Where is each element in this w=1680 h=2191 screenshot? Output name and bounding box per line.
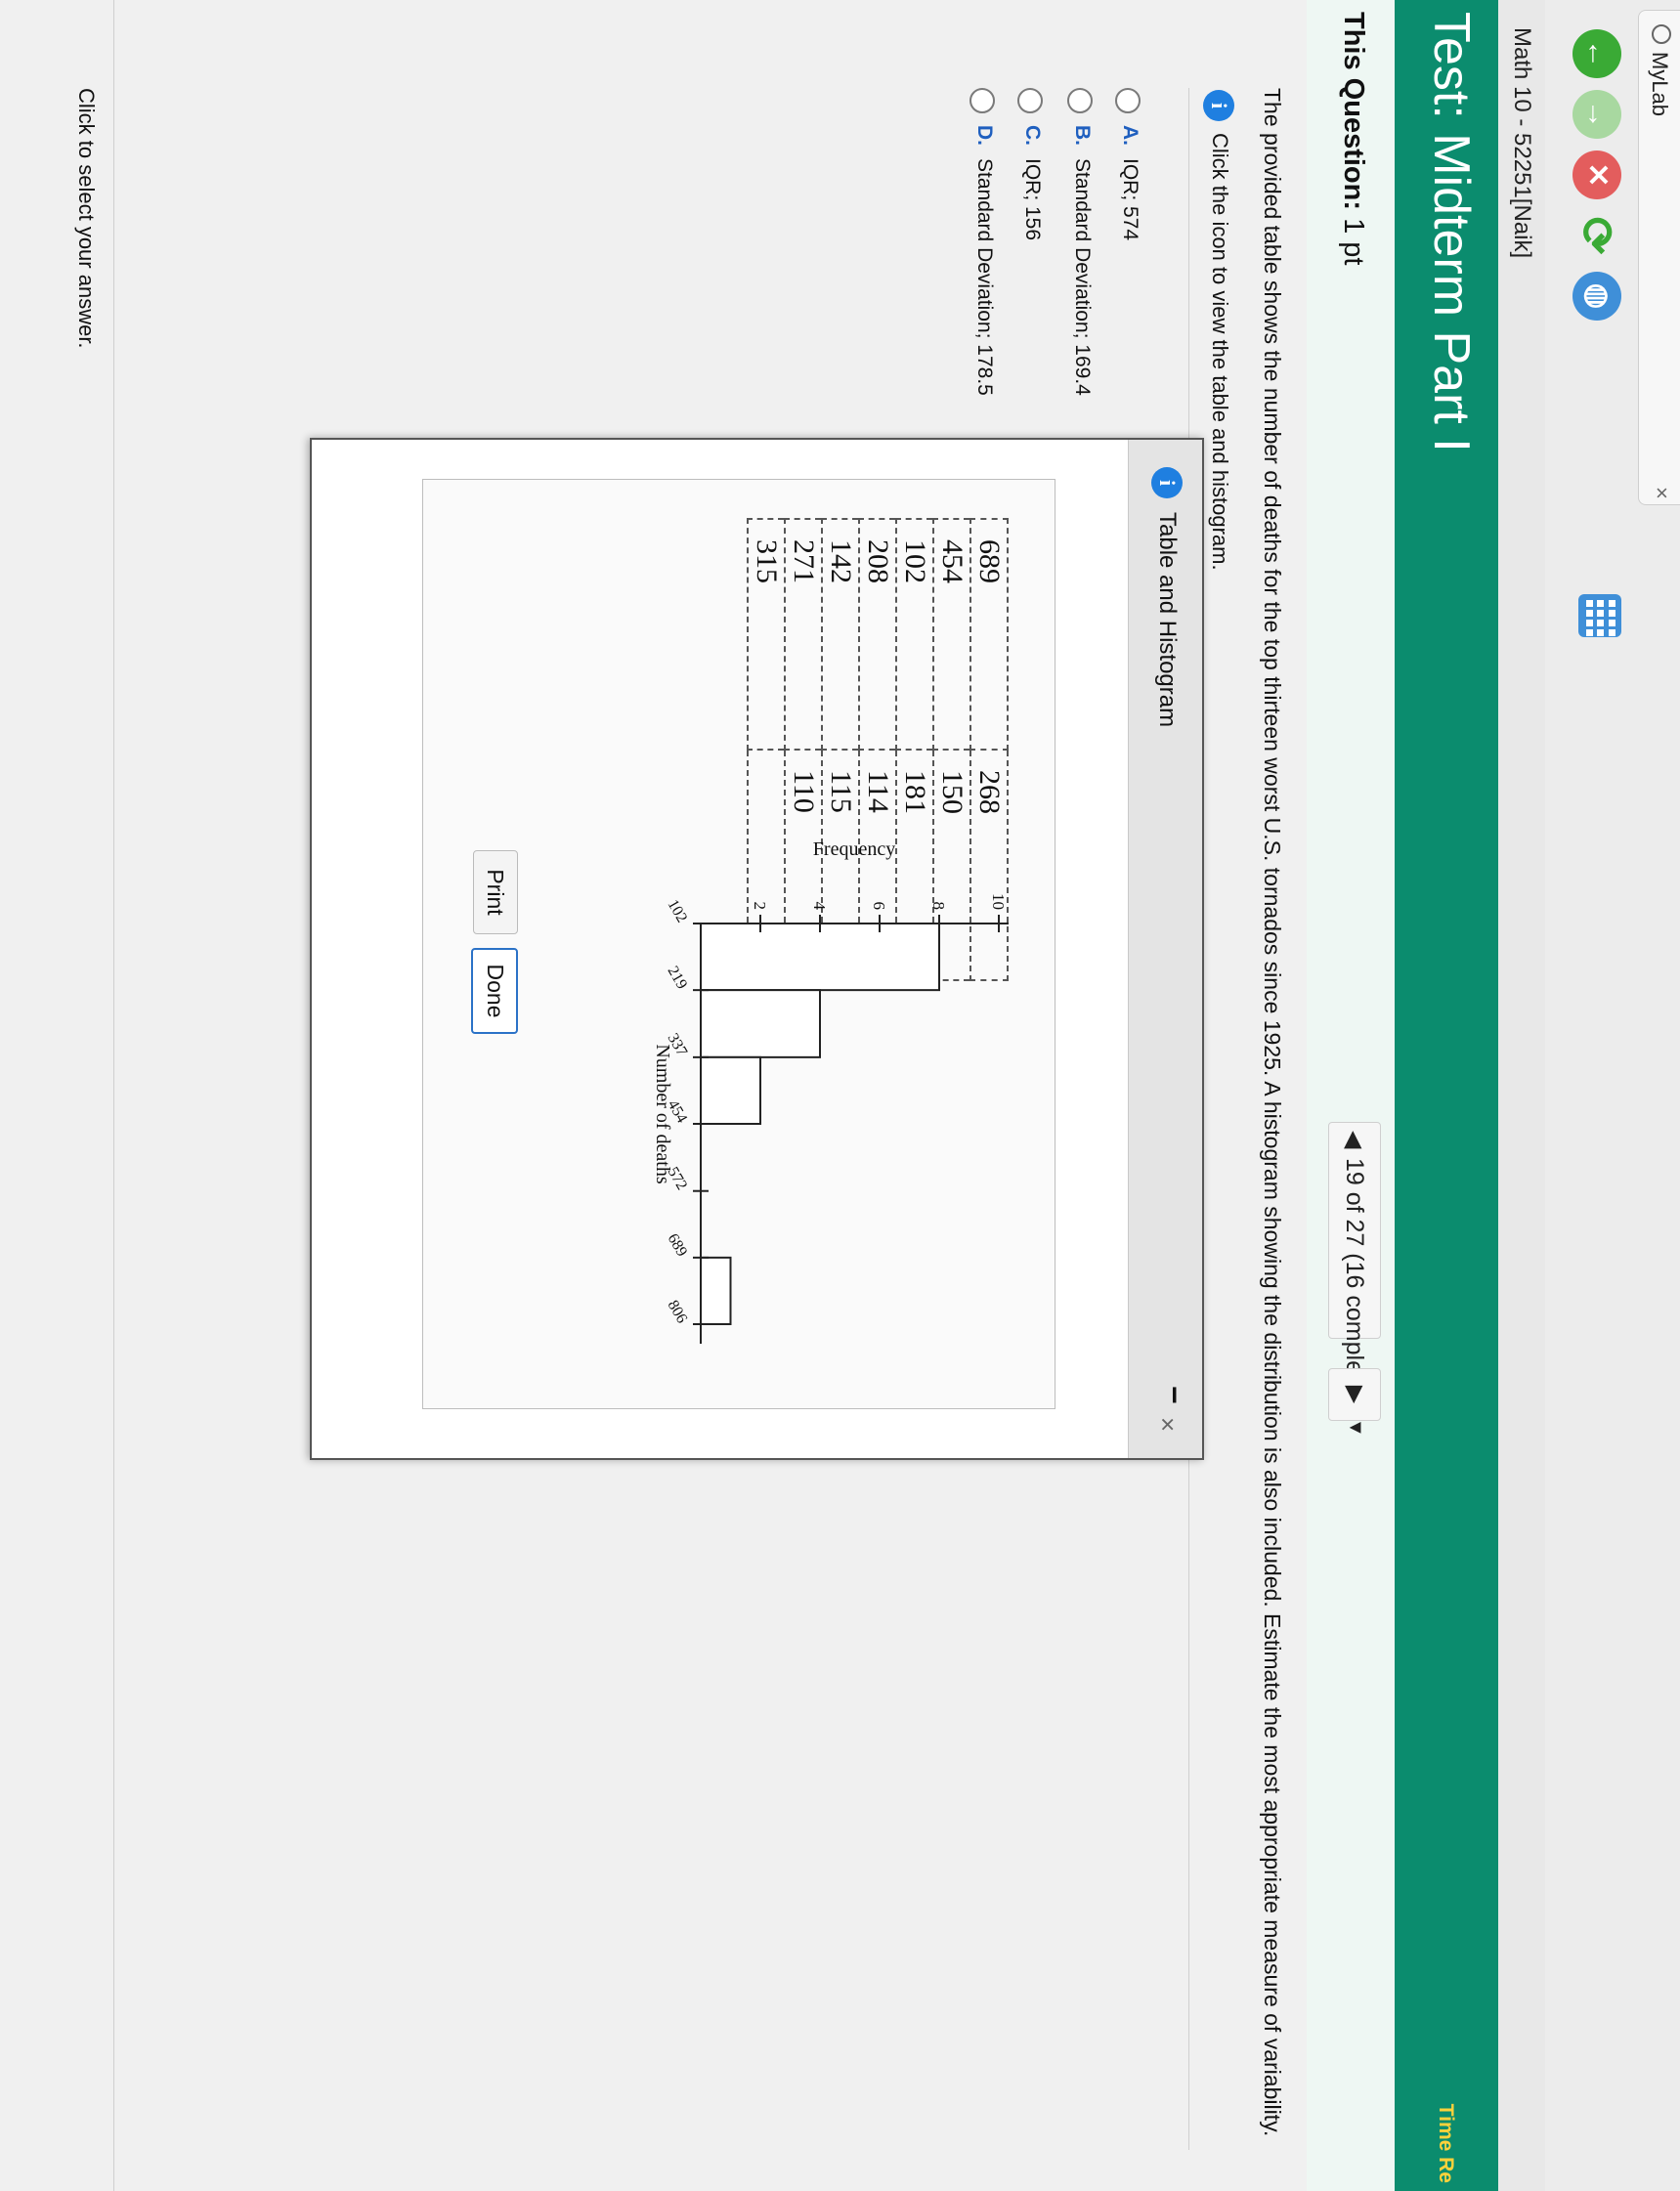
question-selector[interactable]: ◀ 19 of 27 (16 complete) ▼ <box>1328 1122 1381 1438</box>
forward-arrow-icon[interactable]: → <box>1572 90 1621 139</box>
y-tick-label: 10 <box>989 893 1008 910</box>
close-tab-icon[interactable]: × <box>1649 487 1674 499</box>
y-axis-label: Frequency <box>813 838 895 860</box>
course-bar: Math 10 - 52251[Naik] <box>1498 0 1545 2191</box>
browser-toolbar: MyLab × ← → ✕ ⟳ ◍ <box>1544 0 1680 2191</box>
option-text: IQR; 574 <box>1119 158 1142 241</box>
info-icon: i <box>1151 467 1183 498</box>
mylab-icon <box>1652 24 1671 44</box>
question-label: This Question: <box>1338 12 1369 210</box>
next-question-icon[interactable]: ▶ <box>1328 1368 1381 1421</box>
tab-title: MyLab <box>1648 52 1672 117</box>
stop-icon[interactable]: ✕ <box>1572 150 1621 199</box>
test-header: Test: Midterm Part I Time Re <box>1395 0 1498 2191</box>
option-text: Standard Deviation; 169.4 <box>1071 158 1094 396</box>
histogram-bar <box>700 1055 761 1126</box>
option-letter: C. <box>1021 125 1044 146</box>
y-tick-label: 8 <box>929 902 948 911</box>
close-icon[interactable]: × <box>1152 1417 1183 1432</box>
info-icon[interactable]: i <box>1203 90 1234 121</box>
radio-button[interactable] <box>1017 88 1043 113</box>
dialog-title: Table and Histogram <box>1154 512 1181 728</box>
table-cell: 102 <box>896 519 933 750</box>
test-title: Test: Midterm Part I <box>1423 12 1480 452</box>
previous-question-icon[interactable]: ◀ <box>1340 1131 1368 1148</box>
question-points-value: 1 pt <box>1338 218 1369 266</box>
radio-button[interactable] <box>969 88 995 113</box>
course-name: Math 10 - 52251[Naik] <box>1509 27 1535 259</box>
table-cell: 208 <box>859 519 896 750</box>
histogram-bar <box>700 923 940 992</box>
question-bar: This Question: 1 pt ◀ 19 of 27 (16 compl… <box>1306 0 1395 2191</box>
footer-divider <box>113 0 114 2191</box>
option-letter: B. <box>1071 125 1094 146</box>
calculator-icon[interactable] <box>1578 594 1621 637</box>
x-tick-label: 806 <box>665 1298 691 1326</box>
table-cell: 315 <box>748 519 785 750</box>
y-tick-label: 4 <box>810 902 829 911</box>
refresh-icon[interactable]: ⟳ <box>1572 211 1622 260</box>
radio-button[interactable] <box>1067 88 1093 113</box>
table-cell: 689 <box>970 519 1008 750</box>
minimize-icon[interactable]: − <box>1156 1386 1192 1404</box>
dialog-header: i Table and Histogram − × <box>1128 440 1202 1458</box>
radio-button[interactable] <box>1115 88 1141 113</box>
time-remaining-label: Time Re <box>1435 2103 1457 2183</box>
browser-tab[interactable]: MyLab × <box>1638 10 1680 505</box>
table-histogram-dialog: i Table and Histogram − × 689 268 454 150 10… <box>310 438 1204 1460</box>
option-text: Standard Deviation; 178.5 <box>973 158 996 396</box>
x-tick-label: 689 <box>665 1231 691 1260</box>
table-cell: 271 <box>785 519 822 750</box>
x-tick-label: 219 <box>665 964 691 992</box>
histogram-bar <box>700 1256 732 1326</box>
question-counter: 19 of 27 (16 complete) <box>1341 1158 1368 1403</box>
back-arrow-icon[interactable]: ← <box>1572 29 1621 78</box>
x-tick-label: 102 <box>665 897 691 925</box>
print-button[interactable]: Print <box>473 850 518 934</box>
globe-icon[interactable]: ◍ <box>1572 272 1621 321</box>
hint-text: Click the icon to view the table and his… <box>1208 133 1232 571</box>
option-text: IQR; 156 <box>1021 158 1044 241</box>
done-button[interactable]: Done <box>471 948 518 1034</box>
y-tick-label: 2 <box>751 902 769 911</box>
option-letter: D. <box>973 125 996 146</box>
histogram-bar <box>700 989 821 1058</box>
option-letter: A. <box>1119 125 1142 146</box>
table-cell: 454 <box>933 519 970 750</box>
question-points: This Question: 1 pt <box>1337 12 1369 265</box>
y-tick-label: 6 <box>870 902 888 911</box>
question-text: The provided table shows the number of d… <box>1260 88 1285 2137</box>
status-text: Click to select your answer. <box>74 88 99 349</box>
table-cell: 142 <box>822 519 859 750</box>
histogram-chart: Frequency Number of deaths 2 4 6 8 101022193… <box>652 838 1009 1344</box>
